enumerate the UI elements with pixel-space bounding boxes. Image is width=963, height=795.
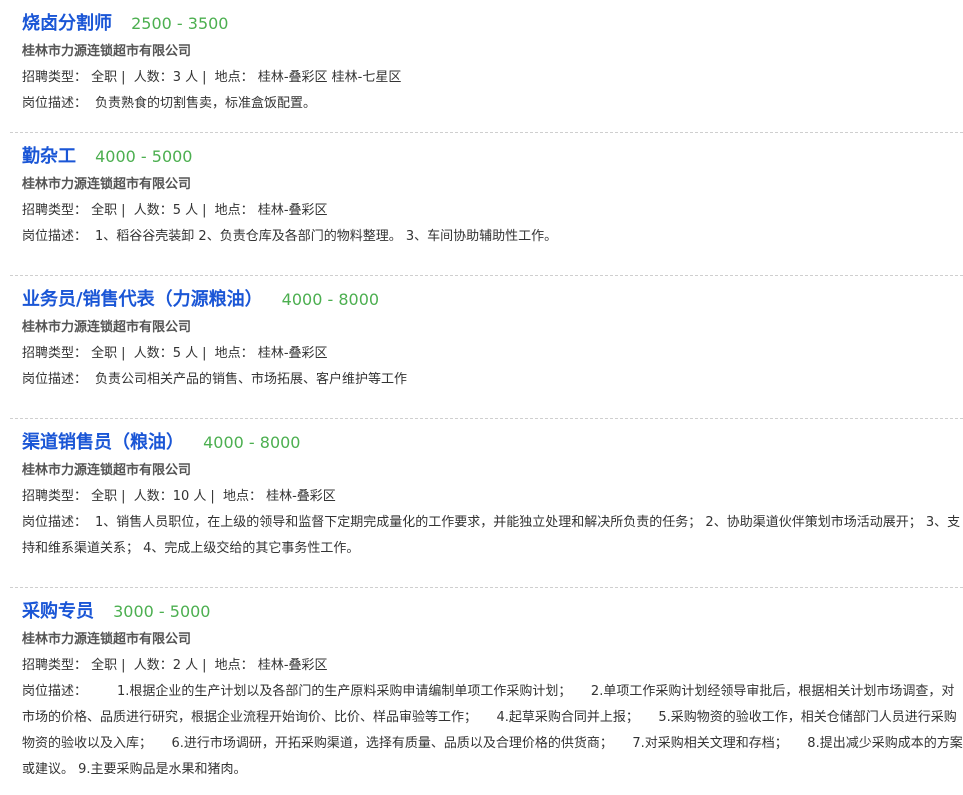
job-header: 采购专员 3000 - 5000: [22, 597, 963, 627]
type-label: 招聘类型：: [22, 489, 88, 504]
separator: |: [210, 489, 215, 504]
location-label: 地点：: [214, 203, 254, 218]
job-count: 3 人: [172, 70, 199, 85]
job-item: 勤杂工 4000 - 5000 桂林市力源连锁超市有限公司 招聘类型： 全职 | …: [10, 133, 963, 276]
separator: |: [202, 346, 207, 361]
job-description: 岗位描述： 1、稻谷谷壳装卸 2、负责仓库及各部门的物料整理。 3、车间协助辅助性…: [22, 224, 963, 250]
job-type: 全职: [91, 70, 118, 85]
separator: |: [202, 70, 207, 85]
type-label: 招聘类型：: [22, 70, 88, 85]
job-count: 2 人: [172, 658, 199, 673]
job-title-link[interactable]: 采购专员: [22, 601, 94, 622]
job-item: 烧卤分割师 2500 - 3500 桂林市力源连锁超市有限公司 招聘类型： 全职…: [10, 0, 963, 133]
type-label: 招聘类型：: [22, 203, 88, 218]
company-name: 桂林市力源连锁超市有限公司: [22, 632, 192, 647]
job-salary: 4000 - 8000: [281, 290, 380, 309]
job-header: 渠道销售员（粮油） 4000 - 8000: [22, 428, 963, 458]
job-type: 全职: [91, 203, 118, 218]
job-meta: 招聘类型： 全职 | 人数：5 人 | 地点： 桂林-叠彩区: [22, 198, 963, 224]
desc-label: 岗位描述：: [22, 372, 88, 387]
count-label: 人数：: [133, 658, 173, 673]
job-list: 烧卤分割师 2500 - 3500 桂林市力源连锁超市有限公司 招聘类型： 全职…: [10, 0, 963, 795]
desc-text: 1、稻谷谷壳装卸 2、负责仓库及各部门的物料整理。 3、车间协助辅助性工作。: [95, 229, 558, 244]
job-salary: 3000 - 5000: [113, 602, 211, 621]
type-label: 招聘类型：: [22, 658, 88, 673]
company-name: 桂林市力源连锁超市有限公司: [22, 463, 192, 478]
job-description: 岗位描述： 负责公司相关产品的销售、市场拓展、客户维护等工作: [22, 367, 963, 393]
job-count: 5 人: [172, 346, 199, 361]
job-meta: 招聘类型： 全职 | 人数：5 人 | 地点： 桂林-叠彩区: [22, 341, 963, 367]
job-salary: 4000 - 8000: [203, 433, 301, 452]
count-label: 人数：: [133, 489, 173, 504]
job-description: 岗位描述： 1、销售人员职位，在上级的领导和监督下定期完成量化的工作要求，并能独立…: [22, 510, 963, 562]
job-header: 烧卤分割师 2500 - 3500: [22, 9, 963, 39]
desc-text: 负责公司相关产品的销售、市场拓展、客户维护等工作: [95, 372, 408, 387]
location-label: 地点：: [214, 70, 254, 85]
desc-label: 岗位描述：: [22, 229, 88, 244]
job-meta: 招聘类型： 全职 | 人数：3 人 | 地点： 桂林-叠彩区 桂林-七星区: [22, 65, 963, 91]
separator: |: [121, 346, 126, 361]
company-name: 桂林市力源连锁超市有限公司: [22, 44, 192, 59]
job-title-link[interactable]: 渠道销售员（粮油）: [22, 432, 184, 453]
desc-label: 岗位描述：: [22, 684, 88, 699]
job-header: 业务员/销售代表（力源粮油） 4000 - 8000: [22, 285, 963, 315]
company-name: 桂林市力源连锁超市有限公司: [22, 320, 192, 335]
job-item: 业务员/销售代表（力源粮油） 4000 - 8000 桂林市力源连锁超市有限公司…: [10, 276, 963, 419]
separator: |: [121, 203, 126, 218]
separator: |: [202, 658, 207, 673]
job-meta: 招聘类型： 全职 | 人数：10 人 | 地点： 桂林-叠彩区: [22, 484, 963, 510]
separator: |: [202, 203, 207, 218]
job-item: 采购专员 3000 - 5000 桂林市力源连锁超市有限公司 招聘类型： 全职 |…: [10, 588, 963, 795]
job-location: 桂林-叠彩区: [266, 489, 336, 504]
job-count: 10 人: [172, 489, 207, 504]
job-type: 全职: [91, 489, 118, 504]
separator: |: [121, 70, 126, 85]
desc-text: 1.根据企业的生产计划以及各部门的生产原料采购申请编制单项工作采购计划； 2.单…: [22, 684, 963, 777]
job-location: 桂林-叠彩区: [257, 658, 328, 673]
separator: |: [121, 489, 126, 504]
job-type: 全职: [91, 346, 118, 361]
job-title-link[interactable]: 烧卤分割师: [22, 13, 112, 34]
location-label: 地点：: [222, 489, 262, 504]
job-meta: 招聘类型： 全职 | 人数：2 人 | 地点： 桂林-叠彩区: [22, 653, 963, 679]
type-label: 招聘类型：: [22, 346, 88, 361]
desc-label: 岗位描述：: [22, 96, 88, 111]
job-header: 勤杂工 4000 - 5000: [22, 142, 963, 172]
job-type: 全职: [91, 658, 118, 673]
job-location: 桂林-叠彩区 桂林-七星区: [257, 70, 402, 85]
desc-text: 1、销售人员职位，在上级的领导和监督下定期完成量化的工作要求，并能独立处理和解决…: [22, 515, 961, 556]
job-count: 5 人: [172, 203, 199, 218]
desc-text: 负责熟食的切割售卖，标准盒饭配置。: [95, 96, 317, 111]
job-location: 桂林-叠彩区: [257, 346, 328, 361]
count-label: 人数：: [133, 346, 173, 361]
count-label: 人数：: [133, 203, 173, 218]
location-label: 地点：: [214, 658, 254, 673]
company-name: 桂林市力源连锁超市有限公司: [22, 177, 192, 192]
job-salary: 2500 - 3500: [131, 14, 229, 33]
separator: |: [121, 658, 126, 673]
job-title-link[interactable]: 勤杂工: [22, 146, 76, 167]
job-location: 桂林-叠彩区: [257, 203, 328, 218]
job-description: 岗位描述： 负责熟食的切割售卖，标准盒饭配置。: [22, 91, 963, 117]
job-salary: 4000 - 5000: [95, 147, 193, 166]
desc-label: 岗位描述：: [22, 515, 88, 530]
job-item: 渠道销售员（粮油） 4000 - 8000 桂林市力源连锁超市有限公司 招聘类型…: [10, 419, 963, 588]
job-title-link[interactable]: 业务员/销售代表（力源粮油）: [22, 289, 263, 310]
job-description: 岗位描述： 1.根据企业的生产计划以及各部门的生产原料采购申请编制单项工作采购计划…: [22, 679, 963, 783]
location-label: 地点：: [214, 346, 254, 361]
count-label: 人数：: [133, 70, 173, 85]
